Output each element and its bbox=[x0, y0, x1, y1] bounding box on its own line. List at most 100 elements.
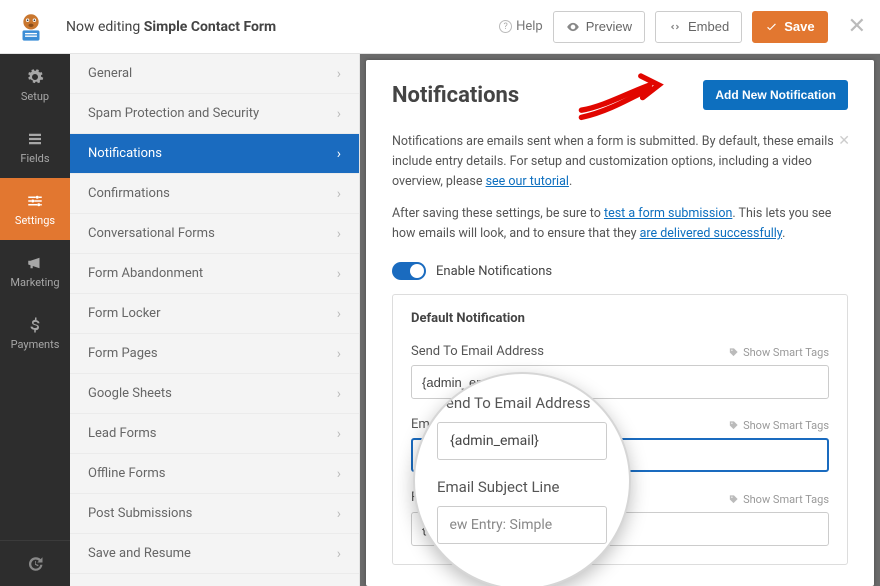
tutorial-link[interactable]: see our tutorial bbox=[486, 174, 569, 189]
mag-v2: ew Entry: Simple bbox=[437, 506, 607, 544]
rail-setup-label: Setup bbox=[21, 90, 49, 103]
smart-tags-subject[interactable]: Show Smart Tags bbox=[728, 419, 829, 432]
save-button[interactable]: Save bbox=[752, 11, 827, 43]
enable-notifications-label: Enable Notifications bbox=[436, 264, 552, 279]
sidebar-item-label: Post Submissions bbox=[88, 506, 192, 521]
sidebar-item-general[interactable]: General › bbox=[70, 54, 359, 94]
eye-icon bbox=[566, 20, 580, 34]
help-label: Help bbox=[516, 19, 543, 34]
notification-panel: Default Notification Send To Email Addre… bbox=[392, 294, 848, 565]
send-to-label: Send To Email Address bbox=[411, 344, 544, 359]
sidebar-item-lead-forms[interactable]: Lead Forms › bbox=[70, 414, 359, 454]
sidebar-item-spam-protection-and-security[interactable]: Spam Protection and Security › bbox=[70, 94, 359, 134]
test-submission-link[interactable]: test a form submission bbox=[604, 206, 732, 221]
chevron-right-icon: › bbox=[337, 106, 341, 122]
sidebar-item-save-and-resume[interactable]: Save and Resume › bbox=[70, 534, 359, 574]
smart-tags-from[interactable]: Show Smart Tags bbox=[728, 493, 829, 506]
chevron-right-icon: › bbox=[337, 386, 341, 402]
app-logo bbox=[14, 10, 48, 44]
tag-icon bbox=[728, 494, 739, 505]
topbar: Now editing Simple Contact Form ? Help P… bbox=[0, 0, 880, 54]
fields-icon bbox=[26, 130, 44, 148]
magnifier-annotation: Send To Email Address {admin_email} Emai… bbox=[413, 372, 631, 586]
add-notification-button[interactable]: Add New Notification bbox=[703, 80, 848, 110]
sidebar-item-form-locker[interactable]: Form Locker › bbox=[70, 294, 359, 334]
mag-v1: {admin_email} bbox=[437, 422, 607, 460]
help-link[interactable]: ? Help bbox=[495, 19, 543, 34]
chevron-right-icon: › bbox=[337, 266, 341, 282]
sidebar-item-form-abandonment[interactable]: Form Abandonment › bbox=[70, 254, 359, 294]
sidebar-item-conversational-forms[interactable]: Conversational Forms › bbox=[70, 214, 359, 254]
sidebar-item-google-sheets[interactable]: Google Sheets› bbox=[70, 374, 359, 414]
sidebar-item-offline-forms[interactable]: Offline Forms › bbox=[70, 454, 359, 494]
sidebar-item-post-submissions[interactable]: Post Submissions › bbox=[70, 494, 359, 534]
sidebar-item-label: Save and Resume bbox=[88, 546, 191, 561]
rail-settings-label: Settings bbox=[15, 214, 55, 227]
sidebar-item-label: Conversational Forms bbox=[88, 226, 215, 241]
smart-tags-sendto[interactable]: Show Smart Tags bbox=[728, 346, 829, 359]
rail-settings[interactable]: Settings bbox=[0, 178, 70, 240]
page-title: Notifications bbox=[392, 83, 519, 108]
rail-setup[interactable]: Setup bbox=[0, 54, 70, 116]
rail-fields-label: Fields bbox=[20, 152, 49, 165]
mag-h2: Email Subject Line bbox=[437, 478, 607, 496]
settings-sidebar: General›Spam Protection and Security›Not… bbox=[70, 54, 360, 586]
chevron-right-icon: › bbox=[337, 226, 341, 242]
save-label: Save bbox=[784, 19, 814, 34]
sliders-icon bbox=[26, 192, 44, 210]
bullhorn-icon bbox=[26, 254, 44, 272]
help-icon: ? bbox=[499, 20, 512, 33]
rail-payments[interactable]: Payments bbox=[0, 302, 70, 364]
chevron-right-icon: › bbox=[337, 506, 341, 522]
gear-icon bbox=[26, 68, 44, 86]
tag-icon bbox=[728, 347, 739, 358]
preview-button[interactable]: Preview bbox=[553, 11, 645, 43]
sidebar-item-label: Form Abandonment bbox=[88, 266, 203, 281]
sidebar-item-label: Spam Protection and Security bbox=[88, 106, 259, 121]
rail-marketing[interactable]: Marketing bbox=[0, 240, 70, 302]
chevron-right-icon: › bbox=[337, 66, 341, 82]
rail-payments-label: Payments bbox=[11, 338, 60, 351]
canvas-wrap: Notifications Add New Notification ✕ Not… bbox=[360, 54, 880, 586]
tag-icon bbox=[728, 420, 739, 431]
sidebar-item-label: Confirmations bbox=[88, 186, 170, 201]
notice-1: ✕ Notifications are emails sent when a f… bbox=[392, 132, 848, 192]
sidebar-item-confirmations[interactable]: Confirmations › bbox=[70, 174, 359, 214]
history-icon bbox=[26, 555, 44, 573]
sidebar-item-label: Form Locker bbox=[88, 306, 160, 321]
settings-canvas: Notifications Add New Notification ✕ Not… bbox=[366, 60, 874, 586]
embed-button[interactable]: Embed bbox=[655, 11, 742, 43]
preview-label: Preview bbox=[586, 19, 632, 34]
chevron-right-icon: › bbox=[337, 346, 341, 362]
dollar-icon bbox=[26, 316, 44, 334]
sidebar-item-notifications[interactable]: Notifications› bbox=[70, 134, 359, 174]
mag-h1: Send To Email Address bbox=[437, 394, 607, 412]
nav-rail: Setup Fields Settings Marketing Payments bbox=[0, 54, 70, 586]
notice2a: After saving these settings, be sure to bbox=[392, 206, 604, 221]
notice-close[interactable]: ✕ bbox=[838, 130, 850, 152]
chevron-right-icon: › bbox=[337, 426, 341, 442]
rail-marketing-label: Marketing bbox=[10, 276, 59, 289]
editing-label: Now editing Simple Contact Form bbox=[66, 19, 276, 35]
enable-notifications-toggle[interactable] bbox=[392, 262, 426, 280]
main-area: Setup Fields Settings Marketing Payments… bbox=[0, 54, 880, 586]
close-button[interactable]: ✕ bbox=[848, 14, 866, 39]
embed-label: Embed bbox=[688, 19, 729, 34]
notice1-text: Notifications are emails sent when a for… bbox=[392, 134, 834, 189]
sidebar-item-label: General bbox=[88, 66, 132, 81]
chevron-right-icon: › bbox=[337, 186, 341, 202]
sidebar-item-label: Form Pages bbox=[88, 346, 158, 361]
sidebar-item-label: Offline Forms bbox=[88, 466, 165, 481]
editing-prefix: Now editing bbox=[66, 19, 140, 35]
sidebar-item-label: Lead Forms bbox=[88, 426, 157, 441]
rail-history[interactable] bbox=[0, 540, 70, 586]
check-icon bbox=[765, 20, 778, 33]
chevron-right-icon: › bbox=[337, 546, 341, 562]
chevron-right-icon: › bbox=[337, 306, 341, 322]
delivered-link[interactable]: are delivered successfully bbox=[640, 226, 782, 241]
chevron-right-icon: › bbox=[337, 466, 341, 482]
rail-fields[interactable]: Fields bbox=[0, 116, 70, 178]
sidebar-item-form-pages[interactable]: Form Pages › bbox=[70, 334, 359, 374]
chevron-right-icon: › bbox=[337, 146, 341, 162]
code-icon bbox=[668, 20, 682, 34]
